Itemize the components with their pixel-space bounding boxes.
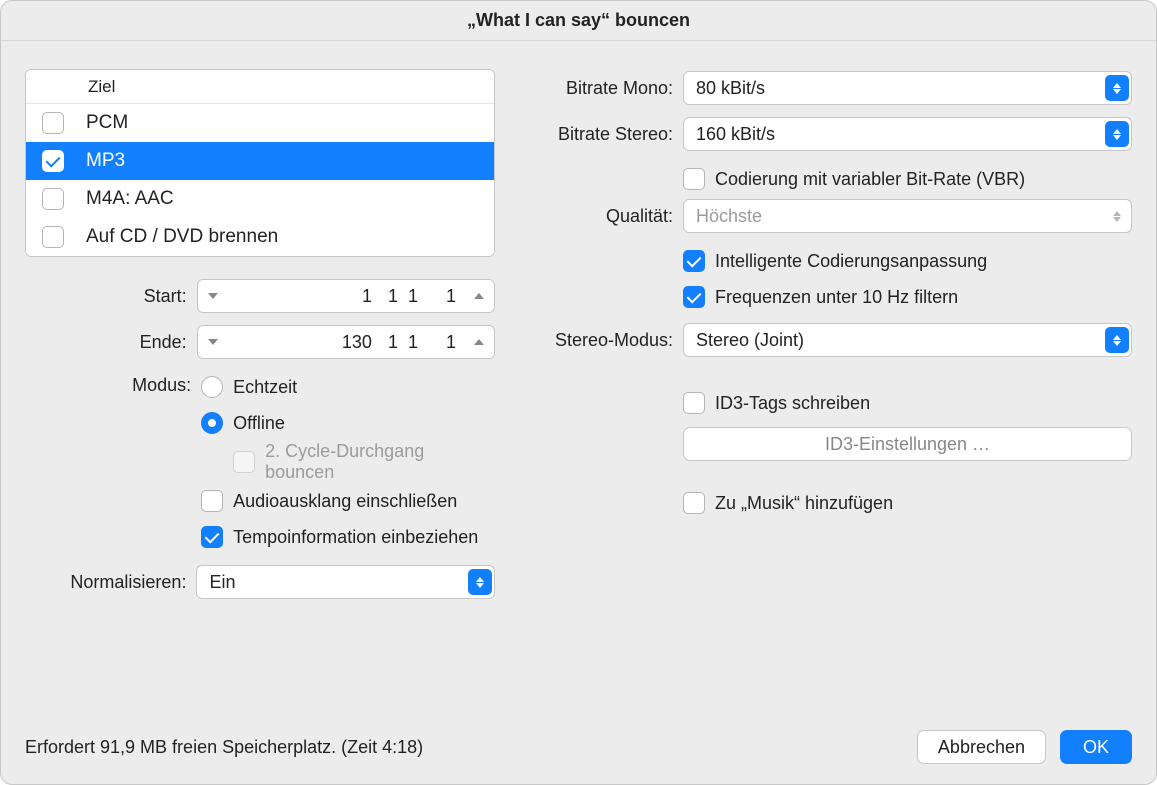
start-position-field[interactable]: 1 1 1 1	[197, 279, 495, 313]
filter-10hz-label: Frequenzen unter 10 Hz filtern	[715, 287, 958, 308]
vbr-label: Codierung mit variabler Bit-Rate (VBR)	[715, 169, 1025, 190]
window-titlebar: „What I can say“ bouncen	[1, 1, 1156, 41]
destination-header: Ziel	[26, 70, 494, 104]
left-column: Ziel PCM MP3 M4A: AAC Auf CD / DVD brenn…	[25, 69, 495, 716]
destination-checkbox-m4a[interactable]	[42, 188, 64, 210]
end-values: 130 1 1 1	[228, 332, 464, 353]
ok-button-label: OK	[1083, 737, 1109, 758]
start-val-d[interactable]: 1	[446, 286, 456, 307]
start-decrement-button[interactable]	[198, 293, 228, 299]
dropdown-arrows-icon	[1105, 75, 1129, 101]
second-cycle-label: 2. Cycle-Durchgang bouncen	[265, 441, 495, 483]
mode-options: Echtzeit Offline 2. Cycle-Durchgang boun…	[201, 369, 495, 555]
bitrate-mono-dropdown[interactable]: 80 kBit/s	[683, 71, 1132, 105]
bounce-dialog: „What I can say“ bouncen Ziel PCM MP3 M4…	[0, 0, 1157, 785]
smart-encode-checkbox[interactable]	[683, 250, 705, 272]
dropdown-arrows-icon	[468, 569, 492, 595]
destination-label: M4A: AAC	[86, 188, 174, 210]
include-tail-label: Audioausklang einschließen	[233, 491, 457, 512]
bitrate-stereo-label: Bitrate Stereo:	[535, 124, 683, 145]
end-val-b[interactable]: 1	[388, 332, 398, 353]
id3-write-checkbox[interactable]	[683, 392, 705, 414]
mode-realtime-label: Echtzeit	[233, 377, 297, 398]
chevron-up-icon	[474, 339, 484, 345]
smart-encode-label: Intelligente Codierungsanpassung	[715, 251, 987, 272]
destination-checkbox-mp3[interactable]	[42, 150, 64, 172]
destination-label: MP3	[86, 150, 125, 172]
destination-label: Auf CD / DVD brennen	[86, 226, 278, 248]
dropdown-arrows-icon	[1105, 203, 1129, 229]
mode-label: Modus:	[25, 369, 201, 396]
vbr-checkbox[interactable]	[683, 168, 705, 190]
chevron-up-icon	[474, 293, 484, 299]
normalize-value: Ein	[209, 572, 468, 593]
bitrate-mono-value: 80 kBit/s	[696, 78, 1105, 99]
mode-realtime-radio[interactable]	[201, 376, 223, 398]
destination-row-cddvd[interactable]: Auf CD / DVD brennen	[26, 218, 494, 256]
destination-row-pcm[interactable]: PCM	[26, 104, 494, 142]
start-increment-button[interactable]	[464, 293, 494, 299]
dialog-content: Ziel PCM MP3 M4A: AAC Auf CD / DVD brenn…	[1, 41, 1156, 716]
id3-settings-button[interactable]: ID3-Einstellungen …	[683, 427, 1132, 461]
id3-settings-label: ID3-Einstellungen …	[825, 434, 990, 455]
end-val-c[interactable]: 1	[408, 332, 418, 353]
window-title: „What I can say“ bouncen	[467, 10, 690, 31]
cancel-button-label: Abbrechen	[938, 737, 1025, 758]
stereo-mode-value: Stereo (Joint)	[696, 330, 1105, 351]
right-column: Bitrate Mono: 80 kBit/s Bitrate Stereo: …	[535, 69, 1132, 716]
end-decrement-button[interactable]	[198, 339, 228, 345]
ok-button[interactable]: OK	[1060, 730, 1132, 764]
destination-checkbox-cddvd[interactable]	[42, 226, 64, 248]
dropdown-arrows-icon	[1105, 327, 1129, 353]
start-values: 1 1 1 1	[228, 286, 464, 307]
footer-buttons: Abbrechen OK	[917, 730, 1132, 764]
include-tempo-label: Tempoinformation einbeziehen	[233, 527, 478, 548]
stereo-mode-dropdown[interactable]: Stereo (Joint)	[683, 323, 1132, 357]
stereo-mode-label: Stereo-Modus:	[535, 330, 683, 351]
normalize-dropdown[interactable]: Ein	[196, 565, 495, 599]
dropdown-arrows-icon	[1105, 121, 1129, 147]
cancel-button[interactable]: Abbrechen	[917, 730, 1046, 764]
start-val-a[interactable]: 1	[362, 286, 372, 307]
quality-dropdown: Höchste	[683, 199, 1132, 233]
destination-checkbox-pcm[interactable]	[42, 112, 64, 134]
destination-row-m4a[interactable]: M4A: AAC	[26, 180, 494, 218]
bitrate-mono-label: Bitrate Mono:	[535, 78, 683, 99]
add-to-music-checkbox[interactable]	[683, 492, 705, 514]
status-text: Erfordert 91,9 MB freien Speicherplatz. …	[25, 737, 917, 758]
include-tail-checkbox[interactable]	[201, 490, 223, 512]
chevron-down-icon	[208, 293, 218, 299]
normalize-label: Normalisieren:	[25, 572, 196, 593]
include-tempo-checkbox[interactable]	[201, 526, 223, 548]
destination-row-mp3[interactable]: MP3	[26, 142, 494, 180]
start-label: Start:	[25, 286, 197, 307]
mode-offline-radio[interactable]	[201, 412, 223, 434]
chevron-down-icon	[208, 339, 218, 345]
id3-write-label: ID3-Tags schreiben	[715, 393, 870, 414]
quality-label: Qualität:	[535, 206, 683, 227]
dialog-footer: Erfordert 91,9 MB freien Speicherplatz. …	[1, 716, 1156, 784]
end-val-a[interactable]: 130	[342, 332, 372, 353]
add-to-music-label: Zu „Musik“ hinzufügen	[715, 493, 893, 514]
end-val-d[interactable]: 1	[446, 332, 456, 353]
start-val-c[interactable]: 1	[408, 286, 418, 307]
start-val-b[interactable]: 1	[388, 286, 398, 307]
destination-label: PCM	[86, 112, 128, 134]
end-position-field[interactable]: 130 1 1 1	[197, 325, 495, 359]
second-cycle-checkbox	[233, 451, 255, 473]
quality-value: Höchste	[696, 206, 1105, 227]
bitrate-stereo-value: 160 kBit/s	[696, 124, 1105, 145]
destination-table: Ziel PCM MP3 M4A: AAC Auf CD / DVD brenn…	[25, 69, 495, 257]
end-label: Ende:	[25, 332, 197, 353]
mode-offline-label: Offline	[233, 413, 285, 434]
bitrate-stereo-dropdown[interactable]: 160 kBit/s	[683, 117, 1132, 151]
end-increment-button[interactable]	[464, 339, 494, 345]
filter-10hz-checkbox[interactable]	[683, 286, 705, 308]
